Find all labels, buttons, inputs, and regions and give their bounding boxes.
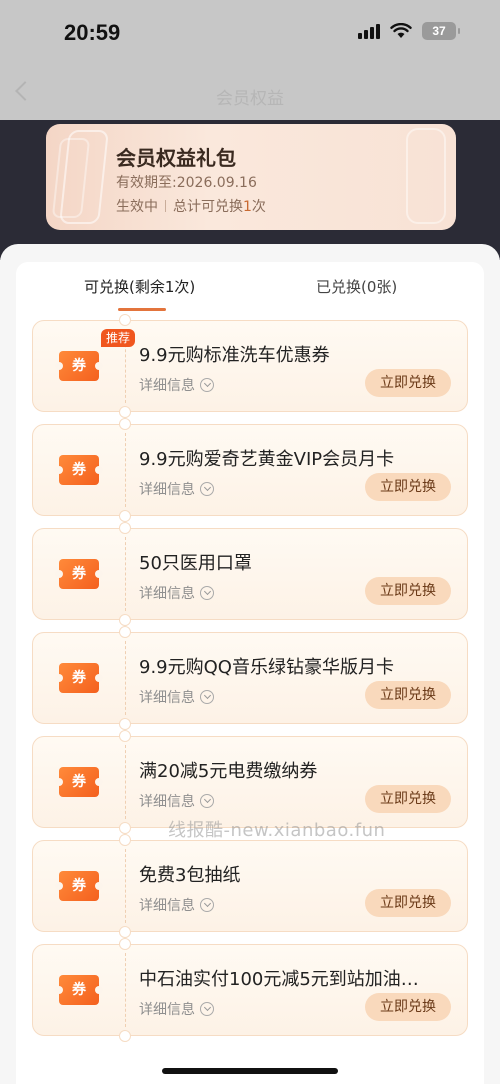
redeem-button[interactable]: 立即兑换: [365, 369, 451, 397]
ticket-divider: [125, 849, 126, 923]
ticket-notch: [119, 614, 131, 626]
ticket-notch: [119, 1030, 131, 1042]
detail-link[interactable]: 详细信息: [139, 999, 214, 1019]
detail-link[interactable]: 详细信息: [139, 791, 214, 811]
coupon-card[interactable]: 券 满20减5元电费缴纳券详细信息 立即兑换: [32, 730, 468, 834]
validity-text: 有效期至:2026.09.16: [116, 175, 257, 191]
detail-label: 详细信息: [139, 690, 195, 706]
coupon-card[interactable]: 券 9.9元购爱奇艺黄金VIP会员月卡详细信息 立即兑换: [32, 418, 468, 522]
ticket-notch: [119, 626, 131, 638]
coupon-ticket-icon: 券: [55, 455, 103, 485]
detail-link[interactable]: 详细信息: [139, 375, 214, 395]
detail-link[interactable]: 详细信息: [139, 583, 214, 603]
chevron-down-icon: [200, 482, 214, 496]
chevron-down-icon: [200, 586, 214, 600]
gift-package-title: 会员权益礼包: [116, 146, 236, 170]
chevron-down-icon: [200, 898, 214, 912]
clock: 20:59: [64, 20, 121, 45]
home-indicator: [162, 1068, 338, 1074]
redeem-button[interactable]: 立即兑换: [365, 889, 451, 917]
chevron-down-icon: [200, 794, 214, 808]
coupon-title: 9.9元购标准洗车优惠券: [139, 345, 330, 366]
chevron-down-icon: [200, 690, 214, 704]
redeem-button[interactable]: 立即兑换: [365, 785, 451, 813]
coupon-ticket-icon: 券: [55, 663, 103, 693]
status-icons: 37: [358, 22, 460, 40]
coupon-ticket-icon: 券: [55, 975, 103, 1005]
coupon-title: 9.9元购QQ音乐绿钻豪华版月卡: [139, 657, 394, 678]
redeem-button[interactable]: 立即兑换: [365, 681, 451, 709]
status-text: 生效中: [116, 199, 158, 215]
gift-package-card: 会员权益礼包 有效期至:2026.09.16 生效中 总计可兑换1次: [46, 124, 456, 230]
detail-label: 详细信息: [139, 898, 195, 914]
watermark: 线报酷-new.xianbao.fun: [168, 820, 386, 841]
chevron-down-icon: [200, 378, 214, 392]
nav-bar: 会员权益: [0, 66, 500, 120]
status-bar: 20:59 37: [0, 0, 500, 66]
detail-label: 详细信息: [139, 586, 195, 602]
detail-link[interactable]: 详细信息: [139, 895, 214, 915]
ticket-divider: [125, 433, 126, 507]
signal-icon: [358, 23, 380, 39]
coupon-card[interactable]: 券 9.9元购QQ音乐绿钻豪华版月卡详细信息 立即兑换: [32, 626, 468, 730]
coupon-card[interactable]: 券 中石油实付100元减5元到站加油… 详细信息 立即兑换: [32, 938, 468, 1042]
ticket-divider: [125, 745, 126, 819]
coupon-title: 9.9元购爱奇艺黄金VIP会员月卡: [139, 449, 395, 470]
coupon-ticket-icon: 券: [55, 767, 103, 797]
ticket-notch: [119, 834, 131, 846]
tab-redeemable[interactable]: 可兑换(剩余1次): [84, 276, 195, 297]
redeem-button[interactable]: 立即兑换: [365, 473, 451, 501]
detail-link[interactable]: 详细信息: [139, 687, 214, 707]
detail-label: 详细信息: [139, 1002, 195, 1018]
battery-icon: 37: [422, 22, 460, 40]
active-tab-indicator: [118, 308, 166, 311]
coupon-ticket-icon: 券: [55, 351, 103, 381]
ticket-notch: [119, 822, 131, 834]
ticket-notch: [119, 718, 131, 730]
ticket-notch: [119, 938, 131, 950]
ticket-notch: [119, 406, 131, 418]
tab-bar: 可兑换(剩余1次) 已兑换(0张): [16, 262, 484, 312]
card-decoration: [59, 130, 109, 224]
redeem-button[interactable]: 立即兑换: [365, 993, 451, 1021]
redeem-button[interactable]: 立即兑换: [365, 577, 451, 605]
ticket-divider: [125, 953, 126, 1027]
coupon-title: 50只医用口罩: [139, 553, 252, 574]
coupon-card[interactable]: 券 50只医用口罩详细信息 立即兑换: [32, 522, 468, 626]
detail-label: 详细信息: [139, 378, 195, 394]
total-redeem-text: 总计可兑换1次: [173, 199, 266, 215]
coupon-ticket-icon: 券: [55, 559, 103, 589]
coupon-card[interactable]: 券 免费3包抽纸详细信息 立即兑换: [32, 834, 468, 938]
status-line: 生效中 总计可兑换1次: [116, 196, 266, 216]
coupon-title: 中石油实付100元减5元到站加油…: [139, 969, 419, 990]
wifi-icon: [390, 23, 412, 39]
detail-link[interactable]: 详细信息: [139, 479, 214, 499]
coupon-title: 满20减5元电费缴纳券: [139, 761, 318, 782]
ticket-notch: [119, 510, 131, 522]
page-title: 会员权益: [216, 89, 284, 109]
coupon-card[interactable]: 券 推荐 9.9元购标准洗车优惠券详细信息 立即兑换: [32, 314, 468, 418]
ticket-notch: [119, 418, 131, 430]
detail-label: 详细信息: [139, 794, 195, 810]
ticket-notch: [119, 522, 131, 534]
ticket-notch: [119, 730, 131, 742]
ticket-notch: [119, 926, 131, 938]
tab-redeemed[interactable]: 已兑换(0张): [316, 276, 397, 297]
detail-label: 详细信息: [139, 482, 195, 498]
chevron-down-icon: [200, 1002, 214, 1016]
coupon-title: 免费3包抽纸: [139, 865, 241, 886]
ticket-divider: [125, 641, 126, 715]
recommend-badge: 推荐: [101, 329, 136, 347]
divider: [165, 200, 166, 212]
ticket-divider: [125, 537, 126, 611]
coupon-ticket-icon: 券: [55, 871, 103, 901]
card-decoration: [406, 128, 446, 224]
ticket-notch: [119, 314, 131, 326]
